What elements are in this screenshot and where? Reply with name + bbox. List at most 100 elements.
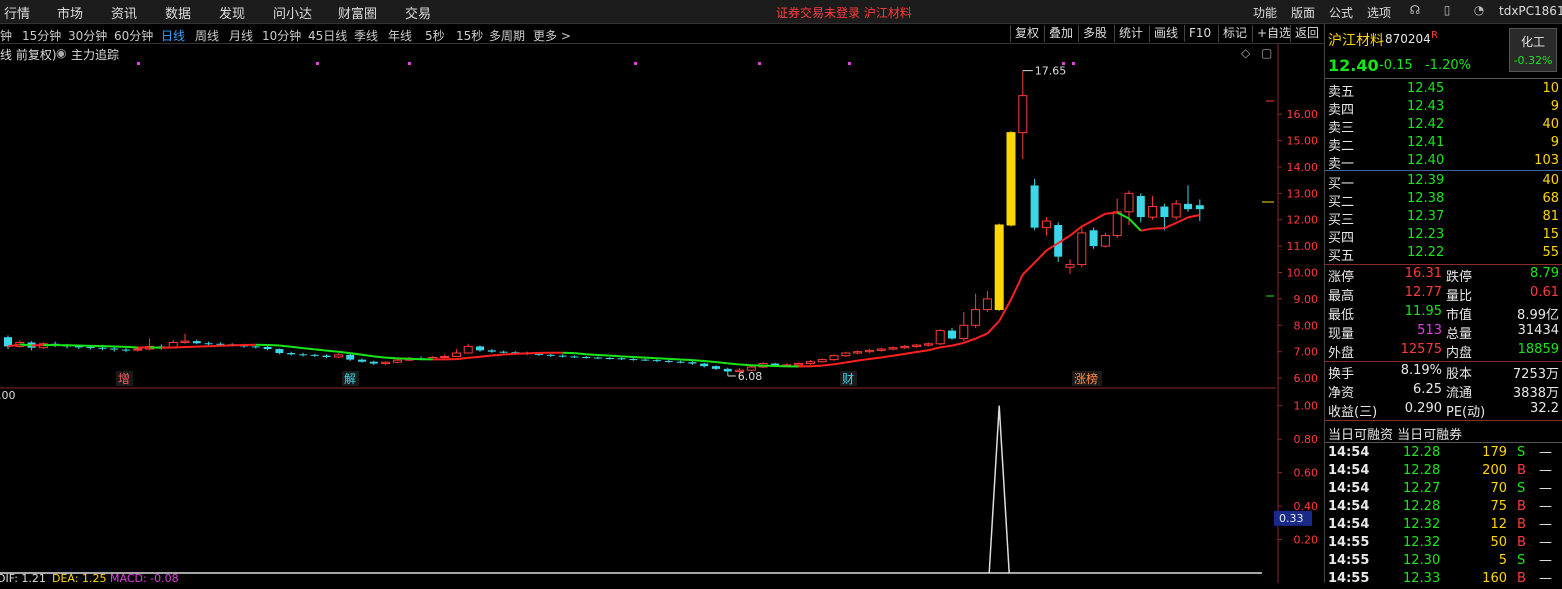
ma-line <box>279 346 291 347</box>
menu-item-data[interactable]: 数据 <box>165 3 191 22</box>
candle-body <box>122 350 130 351</box>
menu-item-markets[interactable]: 市场 <box>57 3 83 22</box>
user-id[interactable]: tdxPC1861 <box>1499 4 1562 18</box>
bell-icon[interactable]: ◔ <box>1472 3 1486 17</box>
period-15min[interactable]: 15分钟 <box>22 27 61 44</box>
stat-value: 0.290 <box>1405 401 1442 416</box>
menu-item-discover[interactable]: 发现 <box>219 3 245 22</box>
candle-body <box>1019 96 1027 133</box>
dropdown-icon[interactable]: ◉ <box>56 46 66 60</box>
stat-value: 12575 <box>1401 342 1442 357</box>
window-icon[interactable]: ▢ <box>1261 46 1272 60</box>
stat-value: 16.31 <box>1405 266 1442 281</box>
stat-row: 外盘12575内盘18859 <box>1325 341 1562 360</box>
period-toolbar: 钟 15分钟 30分钟 60分钟 日线 周线 月线 10分钟 45日线 季线 年… <box>0 24 1324 44</box>
period-year[interactable]: 年线 <box>388 27 412 44</box>
tool-draw[interactable]: 画线 <box>1149 25 1185 42</box>
bid-row: 买五12.2255 <box>1325 244 1562 263</box>
candle-body <box>87 347 95 348</box>
tool-back[interactable]: 返回 <box>1290 25 1324 42</box>
period-more[interactable]: 更多 > <box>533 27 571 44</box>
period-daily[interactable]: 日线 <box>161 27 185 44</box>
tool-mark[interactable]: 标记 <box>1218 25 1252 42</box>
ask-price: 12.43 <box>1407 99 1444 114</box>
phone-icon[interactable]: ▯ <box>1440 3 1454 17</box>
adjust-mode-label[interactable]: 线 前复权) <box>0 46 57 63</box>
candle-body <box>830 356 838 360</box>
price-tick-label: 15.00 <box>1287 135 1319 148</box>
bid-volume: 81 <box>1542 209 1559 224</box>
ma-line <box>1176 217 1188 223</box>
ma-line <box>645 358 657 359</box>
tick-time: 14:54 <box>1328 499 1369 514</box>
tick-row: 14:5412.2770S— <box>1325 480 1562 499</box>
candle-body <box>818 360 826 362</box>
headset-icon[interactable]: ☊ <box>1408 3 1422 17</box>
ask-row: 卖二12.419 <box>1325 134 1562 153</box>
indicator-name[interactable]: 主力追踪 <box>71 46 119 63</box>
stat-label: PE(动) <box>1446 401 1485 420</box>
ma-line <box>940 346 952 348</box>
ask-volume: 9 <box>1551 135 1559 150</box>
menu-layout[interactable]: 版面 <box>1291 4 1315 21</box>
candle-body <box>216 344 224 345</box>
candle-body <box>98 348 106 349</box>
tick-price: 12.30 <box>1403 553 1440 568</box>
bid-price: 12.37 <box>1407 209 1444 224</box>
bid-volume: 40 <box>1542 173 1559 188</box>
tool-multistock[interactable]: 多股 <box>1078 25 1114 42</box>
login-notice[interactable]: 证券交易未登录 沪江材料 <box>776 4 912 21</box>
period-quarter[interactable]: 季线 <box>354 27 378 44</box>
legend-macd: MACD: -0.08 <box>110 572 179 583</box>
tool-add-watch[interactable]: +自选 <box>1252 25 1292 42</box>
tool-f10[interactable]: F10 <box>1184 25 1216 42</box>
candle-body <box>311 355 319 356</box>
period-weekly[interactable]: 周线 <box>195 27 219 44</box>
menu-options[interactable]: 选项 <box>1367 4 1391 21</box>
kline-chart[interactable]: 16.0015.0014.0013.0012.0011.0010.009.008… <box>0 44 1324 583</box>
signal-dot <box>1072 62 1075 65</box>
stat-label: 内盘 <box>1446 342 1472 361</box>
candle-body <box>665 361 673 362</box>
period-5sec[interactable]: 5秒 <box>425 27 445 44</box>
period-multi[interactable]: 多周期 <box>489 27 525 44</box>
ma-line <box>492 355 504 356</box>
ma-line <box>858 359 870 361</box>
period-30min[interactable]: 30分钟 <box>68 27 107 44</box>
period-45day[interactable]: 45日线 <box>308 27 347 44</box>
menu-item-ask[interactable]: 问小达 <box>273 3 312 22</box>
bid-volume: 15 <box>1542 227 1559 242</box>
menu-item-wealth[interactable]: 财富圈 <box>338 3 377 22</box>
menu-function[interactable]: 功能 <box>1253 4 1277 21</box>
candle-body <box>452 353 460 356</box>
tick-side: S <box>1517 481 1525 496</box>
ma-line <box>1188 215 1200 217</box>
period-10min[interactable]: 10分钟 <box>262 27 301 44</box>
tool-overlay[interactable]: 叠加 <box>1044 25 1080 42</box>
candle-body <box>1184 204 1192 209</box>
stat-label: 换手 <box>1328 363 1354 382</box>
tick-time: 14:55 <box>1328 553 1369 568</box>
tool-stats[interactable]: 统计 <box>1114 25 1150 42</box>
candle-body <box>370 362 378 364</box>
diamond-icon[interactable]: ◇ <box>1241 46 1250 60</box>
stat-label: 总量 <box>1446 323 1472 342</box>
menu-formula[interactable]: 公式 <box>1329 4 1353 21</box>
tick-time: 14:54 <box>1328 445 1369 460</box>
period-monthly[interactable]: 月线 <box>229 27 253 44</box>
candle-body <box>1125 193 1133 211</box>
price-change-pct: -1.20% <box>1425 58 1471 73</box>
period-minute[interactable]: 钟 <box>0 27 12 44</box>
ask-price: 12.41 <box>1407 135 1444 150</box>
ma-line <box>1105 212 1117 213</box>
period-60min[interactable]: 60分钟 <box>114 27 153 44</box>
period-15sec[interactable]: 15秒 <box>456 27 483 44</box>
tool-adjust[interactable]: 复权 <box>1010 25 1046 42</box>
menu-item-trade[interactable]: 交易 <box>405 3 431 22</box>
menu-item-news[interactable]: 资讯 <box>111 3 137 22</box>
signal-dot <box>634 62 637 65</box>
candle-body <box>193 341 201 343</box>
menu-item-market[interactable]: 行情 <box>4 3 30 22</box>
ma-line <box>315 349 327 350</box>
ma-line <box>622 356 634 357</box>
